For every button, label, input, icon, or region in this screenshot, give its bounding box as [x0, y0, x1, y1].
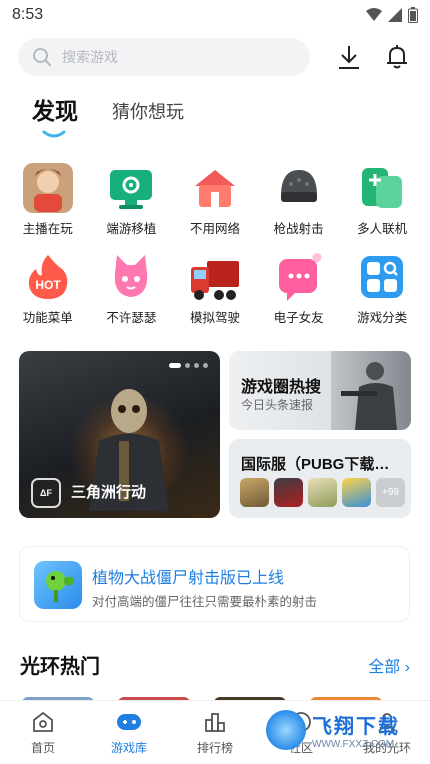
search-input[interactable]: 搜索游戏	[18, 38, 310, 76]
house-icon	[189, 162, 241, 214]
battery-icon	[408, 7, 418, 23]
monitor-controller-icon	[105, 162, 157, 214]
nav-label: 排行榜	[196, 740, 233, 755]
carousel-dot[interactable]	[194, 363, 199, 368]
section-header: 光环热门 全部 ›	[20, 650, 410, 679]
category-label: 不用网络	[189, 222, 240, 236]
site-watermark: 飞翔下载 WWW.FXXZ.COM	[260, 702, 430, 758]
carousel-dot[interactable]	[169, 363, 181, 368]
nav-label: 首页	[30, 740, 55, 755]
category-label: 枪战射击	[273, 222, 324, 236]
promo-title: 植物大战僵尸射击版已上线	[92, 570, 285, 587]
tab-discover-label: 发现	[32, 98, 78, 124]
hot-flame-icon: HOT	[22, 251, 74, 303]
home-icon	[30, 710, 56, 734]
promo-description: 对付高端的僵尸往往只需要最朴素的射击	[92, 595, 318, 609]
intl-game-icons: +99	[240, 478, 405, 507]
intl-card-title: 国际服（PUBG下载…	[241, 456, 390, 473]
helmet-icon	[273, 162, 325, 214]
more-games-badge[interactable]: +99	[376, 478, 405, 507]
squad-game-icon[interactable]	[308, 478, 337, 507]
status-bar: 8:53	[0, 0, 430, 30]
bell-icon	[387, 45, 407, 69]
nav-home[interactable]: 首页	[0, 701, 86, 764]
streamer-avatar-icon	[22, 162, 74, 214]
category-grid: 主播在玩 端游移植 不用网络 枪战射击 多人联机 HOT 功能菜单 不许瑟瑟 模…	[6, 162, 424, 326]
see-all-link[interactable]: 全部 ›	[368, 653, 410, 677]
watermark-main: 飞翔下载	[312, 716, 400, 738]
tab-indicator	[42, 130, 66, 138]
signal-icon	[388, 8, 402, 22]
category-menu[interactable]: HOT 功能菜单	[6, 251, 90, 326]
search-row: 搜索游戏	[18, 38, 412, 76]
hot-search-card[interactable]: 游戏圈热搜 今日头条速报	[229, 351, 411, 430]
wifi-icon	[366, 8, 382, 21]
category-label: 主播在玩	[22, 222, 73, 236]
watermark-text: 飞翔下载 WWW.FXXZ.COM	[312, 710, 400, 750]
promo-card[interactable]: 植物大战僵尸射击版已上线 对付高端的僵尸往往只需要最朴素的射击	[19, 546, 410, 622]
notification-button[interactable]	[382, 42, 412, 72]
status-time: 8:53	[12, 6, 44, 23]
peashooter-game-icon	[34, 561, 82, 609]
category-streamer[interactable]: 主播在玩	[6, 162, 90, 237]
carousel-dot[interactable]	[185, 363, 190, 368]
watermark-logo-icon	[266, 710, 306, 750]
svg-text:HOT: HOT	[35, 278, 61, 292]
game-avatar: ΔF	[31, 478, 61, 508]
category-label: 模拟驾驶	[189, 311, 240, 325]
shooter-game-icon[interactable]	[274, 478, 303, 507]
hot-card-subtitle: 今日头条速报	[241, 398, 314, 412]
category-label: 多人联机	[357, 222, 408, 236]
category-label: 功能菜单	[22, 311, 73, 325]
tab-bar: 发现 猜你想玩	[32, 92, 184, 138]
truck-icon	[189, 251, 241, 303]
see-all-label: 全部	[368, 658, 401, 676]
soldier-thumbnail	[331, 351, 411, 430]
ranking-icon	[202, 710, 228, 734]
hot-card-title: 游戏圈热搜	[241, 379, 322, 396]
category-pc-port[interactable]: 端游移植	[90, 162, 174, 237]
featured-banner[interactable]: ΔF 三角洲行动	[19, 351, 220, 518]
category-game-categories[interactable]: 游戏分类	[340, 251, 424, 326]
category-multiplayer[interactable]: 多人联机	[340, 162, 424, 237]
banner-title: 三角洲行动	[71, 484, 147, 501]
category-label: 游戏分类	[357, 311, 408, 325]
section-title: 光环热门	[20, 656, 100, 678]
intl-server-card[interactable]: 国际服（PUBG下载… +99	[229, 439, 411, 518]
pubg-game-icon[interactable]	[240, 478, 269, 507]
tab-guess[interactable]: 猜你想玩	[112, 98, 184, 126]
category-label: 端游移植	[106, 222, 157, 236]
heart-chat-icon	[273, 251, 325, 303]
anime-game-icon[interactable]	[342, 478, 371, 507]
category-label: 电子女友	[273, 311, 324, 325]
watermark-url: WWW.FXXZ.COM	[312, 739, 395, 750]
category-driving[interactable]: 模拟驾驶	[173, 251, 257, 326]
category-grid-icon	[356, 251, 408, 303]
search-placeholder: 搜索游戏	[62, 49, 118, 65]
chevron-right-icon: ›	[404, 658, 410, 676]
nav-game-library[interactable]: 游戏库	[86, 701, 172, 764]
gamepad-icon	[116, 710, 142, 734]
search-icon	[33, 48, 51, 66]
category-offline[interactable]: 不用网络	[173, 162, 257, 237]
category-shooter[interactable]: 枪战射击	[257, 162, 341, 237]
nav-label: 游戏库	[110, 740, 147, 755]
pink-cat-icon	[105, 251, 157, 303]
download-icon	[339, 46, 359, 69]
category-nsfw-filter[interactable]: 不许瑟瑟	[90, 251, 174, 326]
carousel-dots	[169, 363, 208, 368]
nav-ranking[interactable]: 排行榜	[172, 701, 258, 764]
tab-discover[interactable]: 发现	[32, 92, 78, 138]
status-icons	[366, 7, 418, 23]
multiplayer-icon	[356, 162, 408, 214]
carousel-dot[interactable]	[203, 363, 208, 368]
category-e-girlfriend[interactable]: 电子女友	[257, 251, 341, 326]
category-label: 不许瑟瑟	[106, 311, 157, 325]
download-button[interactable]	[334, 42, 364, 72]
